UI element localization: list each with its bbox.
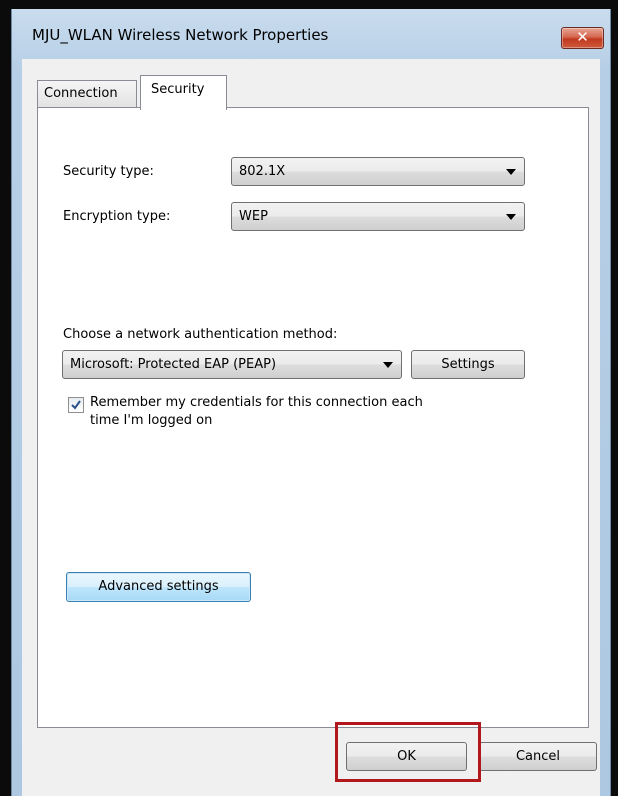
window-frame-top [0, 0, 618, 9]
tab-security[interactable]: Security [140, 75, 227, 110]
auth-method-value: Microsoft: Protected EAP (PEAP) [70, 357, 277, 372]
window-frame-left [0, 0, 11, 796]
security-type-dropdown[interactable]: 802.1X [231, 157, 525, 186]
chevron-down-icon [506, 214, 516, 220]
close-button[interactable]: ✕ [561, 27, 604, 49]
settings-button[interactable]: Settings [411, 350, 525, 379]
checkmark-icon [71, 400, 81, 410]
cancel-button[interactable]: Cancel [479, 742, 597, 771]
dialog-body: Connection Security Security type: 802.1… [22, 59, 600, 796]
advanced-settings-button[interactable]: Advanced settings [66, 572, 251, 602]
close-icon: ✕ [576, 28, 589, 46]
tab-security-label: Security [151, 82, 205, 97]
tab-connection-label: Connection [44, 86, 118, 101]
security-panel: Security type: 802.1X Encryption type: W… [37, 107, 589, 728]
encryption-type-value: WEP [239, 209, 268, 224]
encryption-type-label: Encryption type: [63, 209, 171, 224]
remember-credentials-checkbox[interactable] [68, 397, 84, 413]
cancel-button-label: Cancel [515, 749, 561, 764]
remember-credentials-line2: time I'm logged on [90, 413, 213, 428]
security-type-label: Security type: [63, 164, 154, 179]
settings-button-label: Settings [441, 357, 495, 372]
properties-dialog: MJU_WLAN Wireless Network Properties ✕ C… [11, 9, 611, 796]
chevron-down-icon [506, 169, 516, 175]
auth-method-dropdown[interactable]: Microsoft: Protected EAP (PEAP) [62, 350, 402, 379]
advanced-settings-label: Advanced settings [98, 579, 219, 594]
remember-credentials-line1: Remember my credentials for this connect… [90, 395, 423, 410]
auth-method-label: Choose a network authentication method: [63, 327, 338, 342]
ok-button-label: OK [397, 749, 416, 764]
security-type-value: 802.1X [239, 164, 286, 179]
window-title: MJU_WLAN Wireless Network Properties [32, 26, 329, 44]
ok-button[interactable]: OK [346, 742, 467, 771]
tab-connection[interactable]: Connection [37, 80, 137, 108]
chevron-down-icon [383, 362, 393, 368]
encryption-type-dropdown[interactable]: WEP [231, 202, 525, 231]
title-bar[interactable]: MJU_WLAN Wireless Network Properties ✕ [12, 9, 610, 59]
